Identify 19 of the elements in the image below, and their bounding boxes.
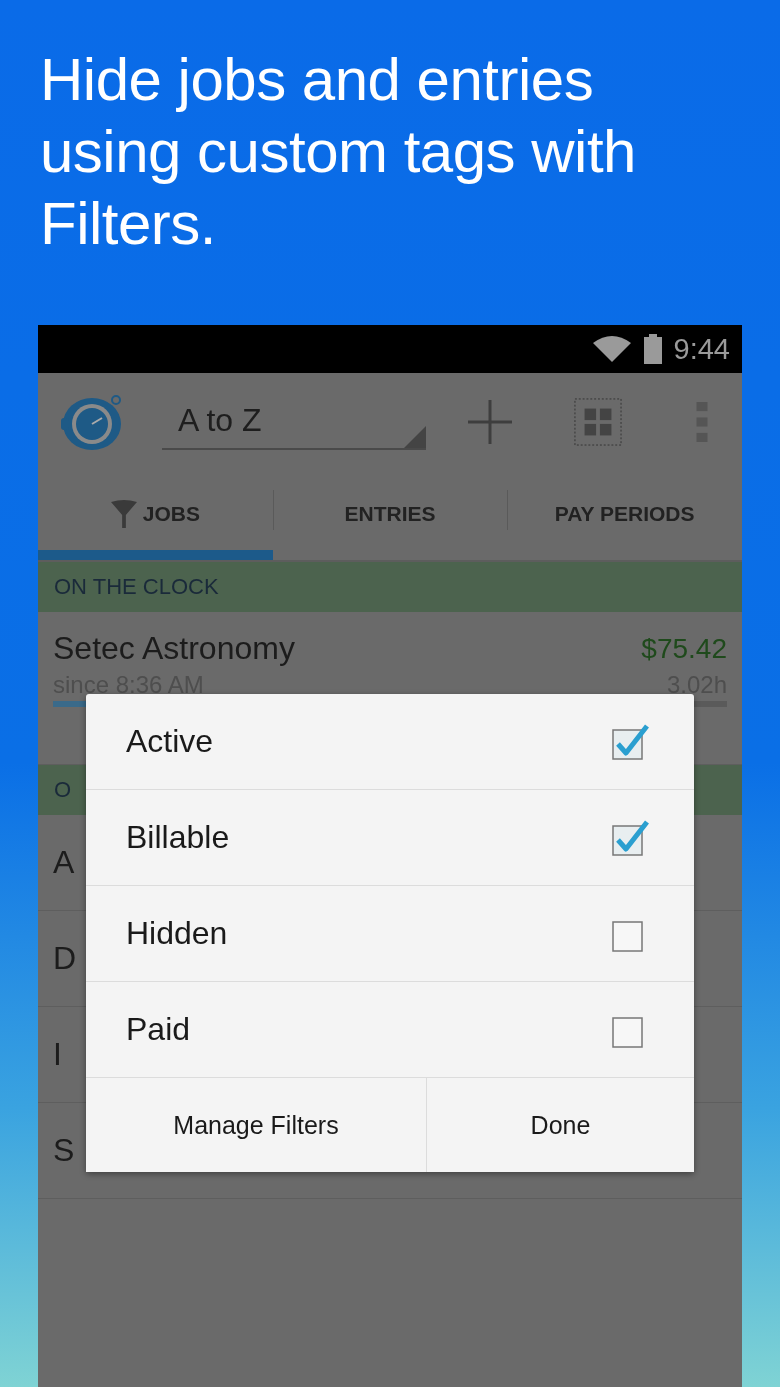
wifi-icon	[591, 335, 632, 363]
dialog-button[interactable]: Manage Filters	[86, 1078, 426, 1172]
job-name: S	[53, 1132, 75, 1169]
job-amount: $75.42	[641, 632, 727, 665]
filter-option[interactable]: Hidden	[86, 886, 694, 982]
job-name: I	[53, 1036, 62, 1073]
status-time: 9:44	[673, 332, 730, 366]
headline: Hide jobs and entries using custom tags with Filters.	[40, 45, 637, 259]
job-name: A	[53, 844, 75, 881]
dropdown-corner-icon	[404, 425, 426, 448]
filter-option[interactable]: Active	[86, 694, 694, 790]
job-name: Setec Astronomy	[53, 630, 295, 667]
section-header: ON THE CLOCK	[38, 562, 742, 612]
battery-icon	[641, 334, 664, 364]
add-icon[interactable]	[466, 397, 514, 446]
filter-option[interactable]: Billable	[86, 790, 694, 886]
dialog-button[interactable]: Done	[426, 1078, 694, 1172]
grid-icon[interactable]	[574, 397, 622, 446]
job-name: D	[53, 940, 77, 977]
